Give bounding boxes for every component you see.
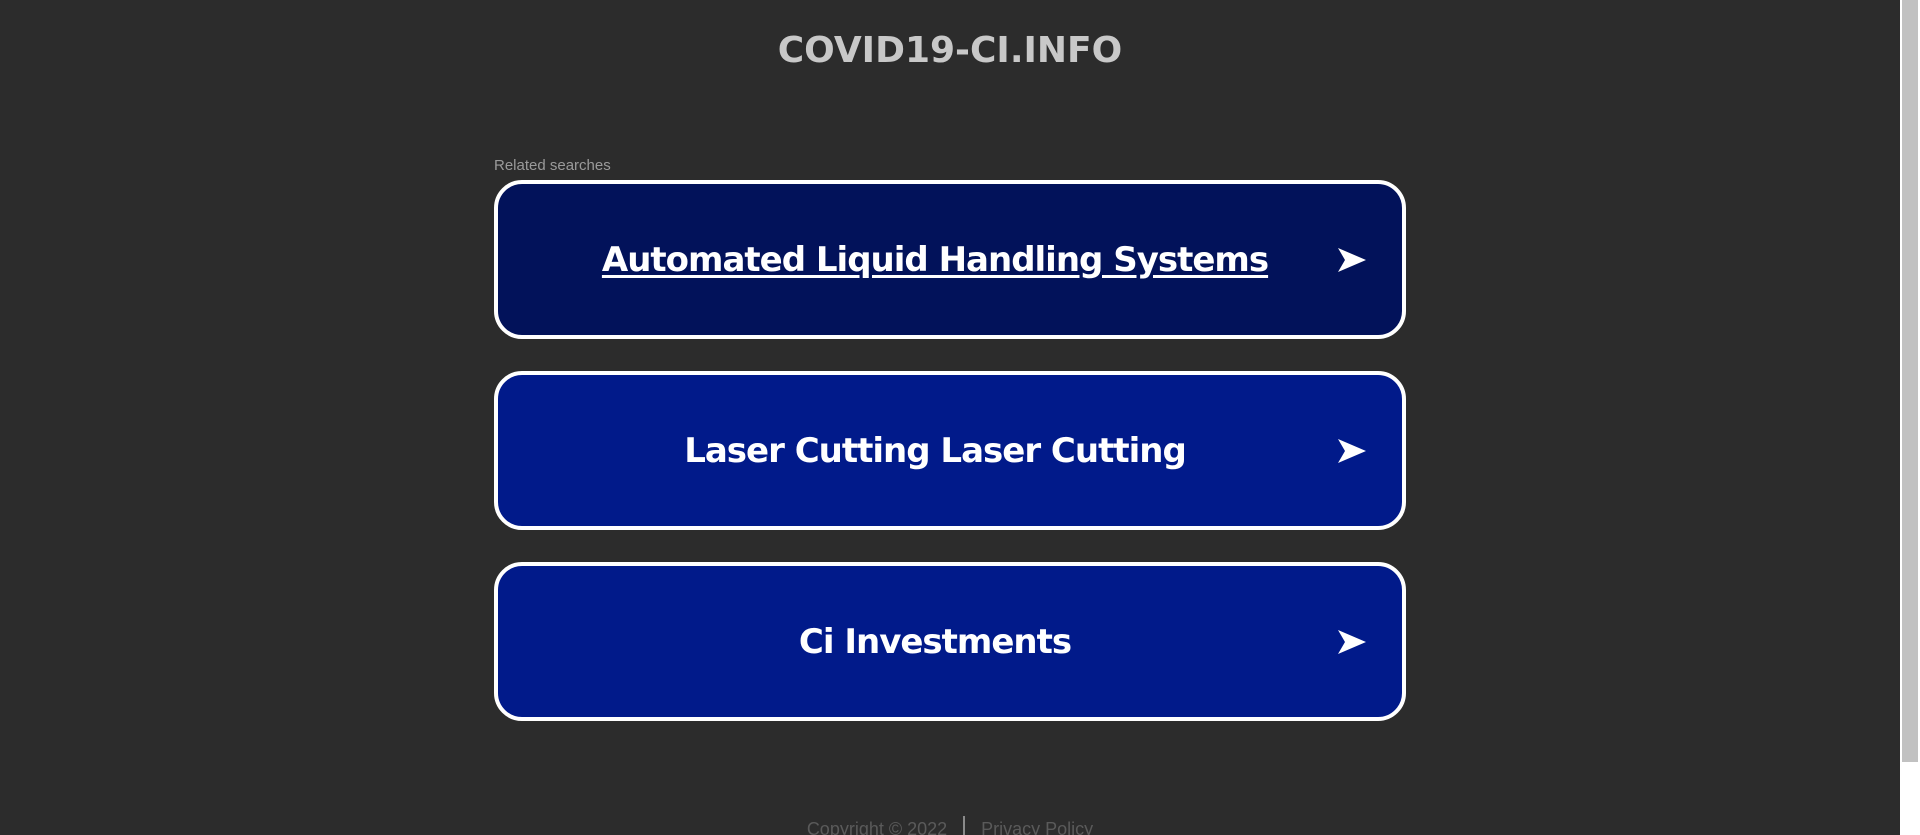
related-search-label[interactable]: Ci Investments [799,622,1072,662]
footer: Copyright © 2022 Privacy Policy [0,816,1900,835]
arrow-right-icon [1338,247,1366,272]
footer-divider [963,816,966,835]
vertical-scrollbar[interactable] [1900,0,1920,835]
related-search-item-automated-liquid-handling[interactable]: Automated Liquid Handling Systems [494,180,1406,339]
related-search-item-ci-investments[interactable]: Ci Investments [494,562,1406,721]
related-search-label[interactable]: Laser Cutting Laser Cutting [684,431,1187,471]
related-search-label[interactable]: Automated Liquid Handling Systems [602,240,1269,280]
site-title: COVID19-CI.INFO [777,30,1123,71]
arrow-right-icon [1338,438,1366,463]
page: COVID19-CI.INFO Related searches Automat… [0,0,1900,835]
arrow-right-icon [1338,629,1366,654]
related-search-item-laser-cutting[interactable]: Laser Cutting Laser Cutting [494,371,1406,530]
privacy-policy-link[interactable]: Privacy Policy [981,819,1093,835]
related-searches-label: Related searches [494,157,611,174]
related-searches-list: Automated Liquid Handling Systems Laser … [494,180,1406,753]
scrollbar-thumb[interactable] [1902,0,1918,762]
copyright-text: Copyright © 2022 [806,818,948,835]
